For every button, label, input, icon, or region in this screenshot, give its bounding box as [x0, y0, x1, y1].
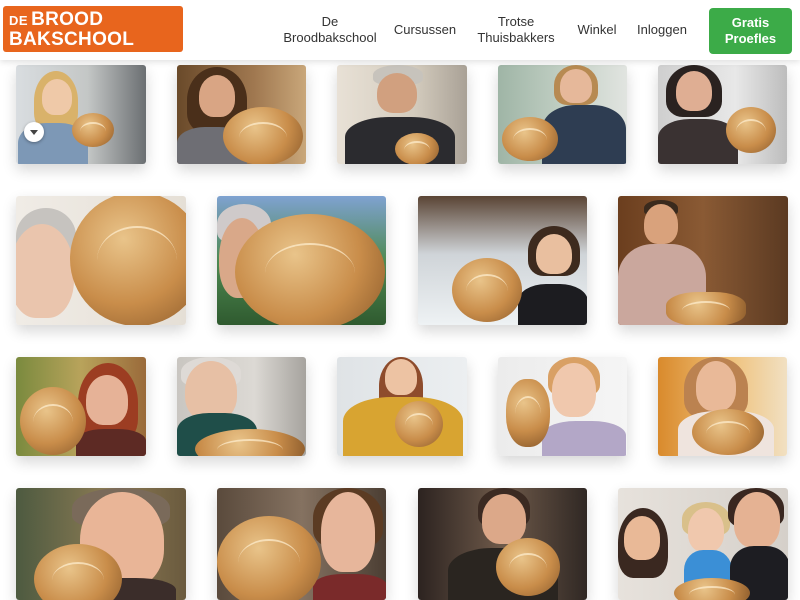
- cta-label: Gratis: [731, 15, 770, 31]
- gallery-photo[interactable]: [16, 196, 186, 325]
- cta-label: Proefles: [724, 31, 777, 46]
- nav-item-trotse-thuisbakkers[interactable]: Trotse Thuisbakkers: [474, 0, 558, 60]
- gallery-photo[interactable]: [498, 357, 627, 456]
- gallery-photo[interactable]: [337, 357, 467, 456]
- nav-item-broodbakschool[interactable]: De Broodbakschool: [280, 0, 380, 60]
- gallery-photo[interactable]: [658, 357, 787, 456]
- chevron-down-icon[interactable]: [24, 122, 44, 142]
- nav-item-label: De: [321, 14, 339, 30]
- gallery-photo[interactable]: [16, 65, 146, 164]
- gallery-photo[interactable]: [618, 488, 788, 600]
- gallery-photo[interactable]: [337, 65, 467, 164]
- nav-item-label: Trotse: [497, 14, 535, 30]
- logo-prefix: DE: [9, 13, 29, 28]
- gallery-photo[interactable]: [177, 357, 306, 456]
- site-header: DE BROOD BAKSCHOOL De Broodbakschool Cur…: [0, 0, 800, 60]
- photo-gallery: [0, 60, 800, 600]
- gallery-photo[interactable]: [16, 488, 186, 600]
- logo-word-bakschool: BAKSCHOOL: [9, 29, 135, 50]
- free-trial-button[interactable]: Gratis Proefles: [709, 8, 792, 54]
- gallery-photo[interactable]: [16, 357, 146, 456]
- nav-item-label: Cursussen: [393, 22, 457, 38]
- gallery-photo[interactable]: [217, 196, 386, 325]
- nav-item-inloggen[interactable]: Inloggen: [634, 0, 690, 60]
- nav-item-label: Inloggen: [637, 22, 687, 38]
- gallery-photo[interactable]: [418, 488, 587, 600]
- gallery-photo[interactable]: [618, 196, 788, 325]
- nav-item-label: Thuisbakkers: [477, 30, 555, 45]
- gallery-photo[interactable]: [177, 65, 306, 164]
- nav-item-cursussen[interactable]: Cursussen: [392, 0, 458, 60]
- gallery-photo[interactable]: [217, 488, 386, 600]
- nav-item-label: Broodbakschool: [283, 30, 377, 45]
- nav-item-winkel[interactable]: Winkel: [574, 0, 620, 60]
- brand-logo[interactable]: DE BROOD BAKSCHOOL: [3, 6, 183, 52]
- gallery-photo[interactable]: [418, 196, 587, 325]
- logo-word-brood: BROOD: [31, 9, 104, 30]
- gallery-photo[interactable]: [498, 65, 627, 164]
- nav-item-label: Winkel: [577, 22, 617, 38]
- gallery-photo[interactable]: [658, 65, 787, 164]
